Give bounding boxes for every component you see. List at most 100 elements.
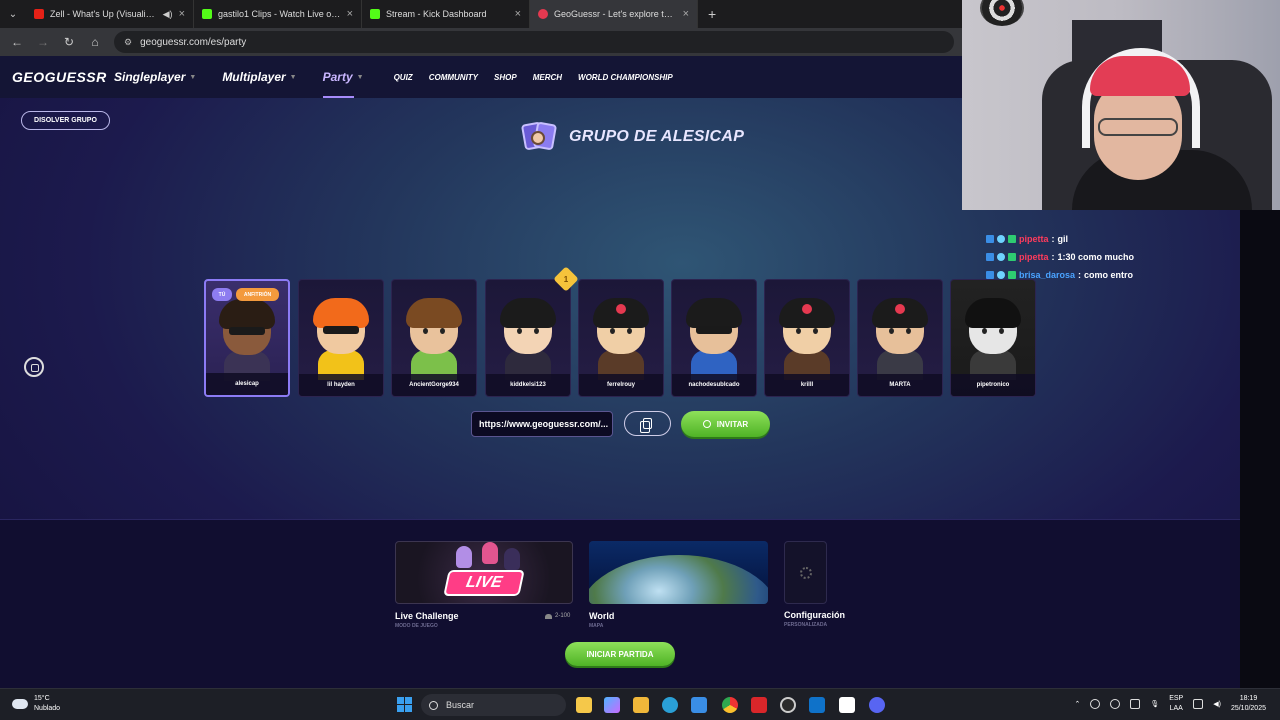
character-figure (482, 542, 498, 564)
main-nav: Singleplayer ▼ Multiplayer ▼ Party ▼ (114, 56, 364, 98)
member-name: krilll (765, 374, 849, 396)
outlook-icon[interactable] (809, 697, 825, 713)
invite-button[interactable]: INVITAR (681, 411, 770, 437)
party-member-card[interactable]: kiddkelsi123 (485, 279, 571, 397)
kick-app-icon[interactable] (751, 697, 767, 713)
glasses (1098, 118, 1178, 136)
party-emblem-icon (520, 121, 558, 153)
tab-title: Zell - What's Up (Visualizer) (50, 9, 157, 19)
chevron-down-icon: ▼ (356, 73, 364, 81)
back-arrow-icon[interactable]: ← (6, 31, 28, 53)
badge-icon (997, 235, 1005, 243)
party-member-card[interactable]: pipetronico (950, 279, 1036, 397)
live-challenge-card[interactable]: LIVE (395, 541, 573, 604)
party-member-card[interactable]: MARTA (857, 279, 943, 397)
discord-icon[interactable] (869, 697, 885, 713)
party-member-card[interactable]: nachodesublcado (671, 279, 757, 397)
chevron-down-icon: ▼ (289, 73, 297, 81)
kick-favicon-icon (370, 9, 380, 19)
nav-party[interactable]: Party ▼ (322, 56, 364, 98)
obs-icon[interactable] (780, 697, 796, 713)
party-member-card[interactable]: AncientGorge934 (391, 279, 477, 397)
tab-search-chevron-icon[interactable]: ⌄ (0, 0, 26, 28)
tab-title: Stream - Kick Dashboard (386, 9, 487, 19)
badge-icon (986, 253, 994, 261)
nav-singleplayer[interactable]: Singleplayer ▼ (114, 56, 196, 98)
nav-quiz[interactable]: QUIZ (394, 73, 413, 82)
live-challenge-sub: MODO DE JUEGO (395, 623, 438, 629)
party-member-card[interactable]: TÚ ANFITRIÓN alesicap (204, 279, 290, 397)
settings-sub: PERSONALIZADA (784, 622, 828, 628)
display-icon[interactable] (1193, 699, 1204, 709)
folder-icon[interactable] (633, 697, 649, 713)
browser-tab[interactable]: Zell - What's Up (Visualizer) ◀) × (26, 0, 194, 28)
party-member-card[interactable]: lil hayden (298, 279, 384, 397)
character-figure (456, 546, 472, 568)
party-member-card[interactable]: ferrelrouy (578, 279, 664, 397)
onedrive-cloud-icon[interactable] (1110, 699, 1121, 709)
url-field[interactable]: ⚙ geoguessr.com/es/party (114, 31, 954, 53)
forward-arrow-icon[interactable]: → (32, 31, 54, 53)
youtube-favicon-icon (34, 9, 44, 19)
close-tab-icon[interactable]: × (179, 8, 185, 20)
new-tab-plus-icon[interactable]: + (698, 6, 726, 22)
nav-shop[interactable]: SHOP (494, 73, 517, 82)
player-count-text: 2-100 (555, 613, 571, 619)
invite-link-field[interactable]: https://www.geoguessr.com/... (471, 411, 613, 437)
language-indicator[interactable]: ESP LAA (1169, 694, 1183, 714)
close-tab-icon[interactable]: × (347, 8, 353, 20)
geoguessr-favicon-icon (538, 9, 548, 19)
dartboard (980, 0, 1024, 26)
file-explorer-icon[interactable] (576, 697, 592, 713)
world-map-card[interactable] (589, 541, 768, 604)
chat-message: brisa_darosa : como entro (986, 266, 1236, 284)
avatar (772, 298, 842, 380)
reload-icon[interactable]: ↻ (58, 31, 80, 53)
chat-text: 1:30 como mucho (1057, 252, 1135, 262)
network-icon[interactable] (1130, 699, 1141, 709)
copilot-icon[interactable] (604, 697, 620, 713)
browser-tab[interactable]: Stream - Kick Dashboard × (362, 0, 530, 28)
chat-bubble-icon[interactable] (24, 357, 44, 377)
store-icon[interactable] (691, 697, 707, 713)
start-game-button[interactable]: INICIAR PARTIDA (565, 642, 675, 666)
clock[interactable]: 18:19 25/10/2025 (1231, 694, 1266, 714)
badge-icon (1008, 235, 1016, 243)
close-tab-icon[interactable]: × (515, 8, 521, 20)
capcut-icon[interactable] (839, 697, 855, 713)
taskbar-search[interactable]: Buscar (421, 694, 566, 716)
site-info-icon[interactable]: ⚙ (124, 37, 132, 48)
nav-merch[interactable]: MERCH (533, 73, 562, 82)
weather-widget[interactable]: 15°C Nublado (12, 694, 60, 714)
chat-username: pipetta (1019, 252, 1049, 262)
edge-icon[interactable] (662, 697, 678, 713)
home-icon[interactable]: ⌂ (84, 31, 106, 53)
chrome-icon[interactable] (722, 697, 738, 713)
geoguessr-logo[interactable]: GEOGUESSR (0, 56, 110, 98)
copy-link-button[interactable] (624, 411, 671, 436)
party-member-card[interactable]: krilll (764, 279, 850, 397)
close-tab-icon[interactable]: × (683, 8, 689, 20)
dissolve-party-button[interactable]: DISOLVER GRUPO (21, 111, 110, 130)
weather-temp: 15°C (34, 695, 50, 702)
coin-value: 1 (563, 274, 569, 284)
volume-icon[interactable]: ◀) (1213, 700, 1221, 708)
chevron-up-icon[interactable]: ⌃ (1074, 700, 1080, 708)
member-name: ferrelrouy (579, 374, 663, 396)
coin-badge-icon: 1 (553, 266, 579, 292)
sync-icon[interactable] (1090, 699, 1101, 709)
windows-start-icon[interactable] (397, 697, 412, 712)
avatar (679, 298, 749, 380)
browser-tab[interactable]: gastilo1 Clips - Watch Live on Kick × (194, 0, 362, 28)
nav-community[interactable]: COMMUNITY (429, 73, 478, 82)
nav-multiplayer[interactable]: Multiplayer ▼ (222, 56, 296, 98)
nav-world-championship[interactable]: WORLD CHAMPIONSHIP (578, 73, 673, 82)
member-name: MARTA (858, 374, 942, 396)
browser-tab-active[interactable]: GeoGuessr - Let's explore the world! × (530, 0, 698, 28)
avatar (493, 298, 563, 380)
settings-card[interactable] (784, 541, 827, 604)
microphone-icon[interactable]: 🎙 (1150, 700, 1159, 708)
copy-icon (640, 418, 652, 433)
audio-icon[interactable]: ◀) (163, 9, 173, 20)
avatar (586, 298, 656, 380)
